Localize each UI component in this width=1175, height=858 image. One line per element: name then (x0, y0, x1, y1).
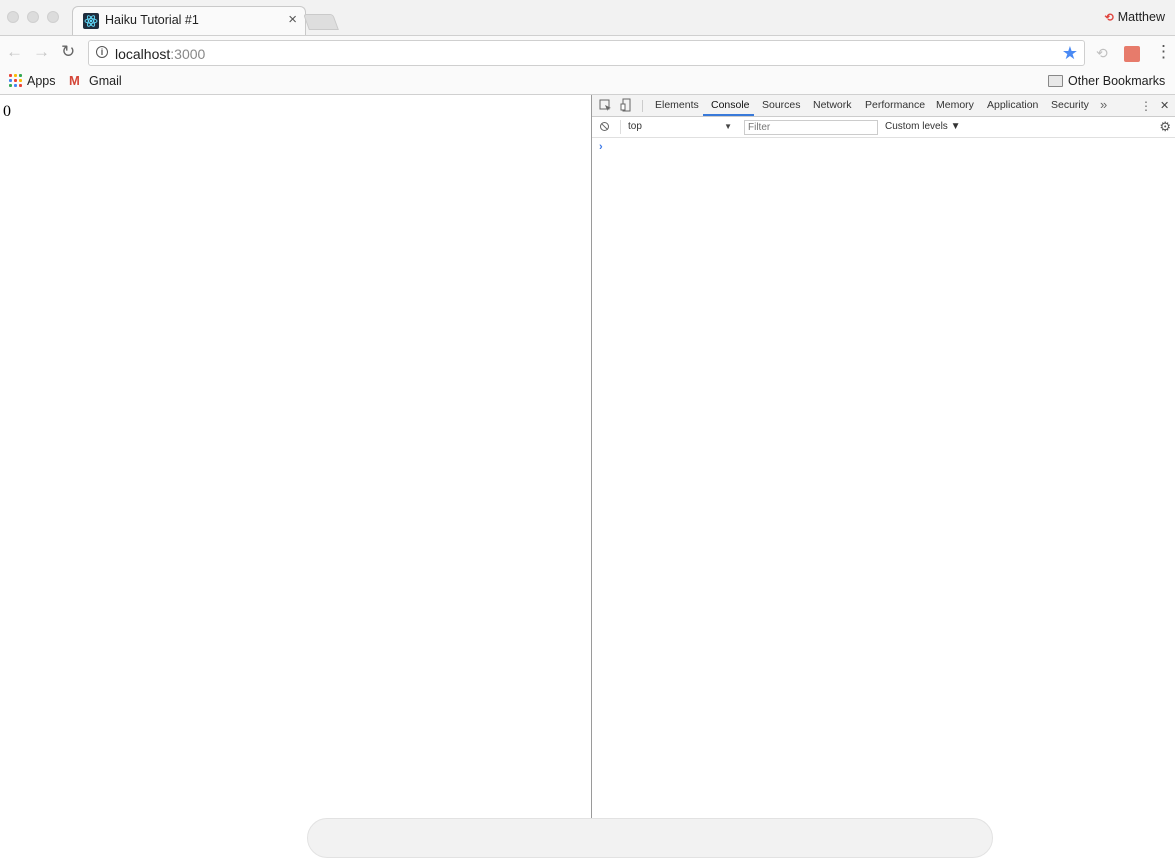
react-favicon-icon (83, 13, 99, 29)
console-filter-input[interactable] (744, 120, 878, 135)
devtools-panel: Elements Console Sources Network Perform… (591, 95, 1175, 835)
console-toolbar: top ▼ Custom levels ▼ ⚙ (592, 117, 1175, 138)
toolbar-divider (642, 100, 643, 112)
profile-name: Matthew (1117, 10, 1165, 24)
devtools-close-icon[interactable]: ✕ (1160, 99, 1169, 113)
dropdown-arrow-icon: ▼ (724, 122, 732, 131)
browser-tab[interactable]: Haiku Tutorial #1 × (72, 6, 306, 36)
tab-close-icon[interactable]: × (288, 11, 297, 29)
tab-strip: Haiku Tutorial #1 × ⟲ Matthew (0, 0, 1175, 36)
browser-toolbar: ← → ↻ i localhost:3000 ★ ⟲ ⋮ (0, 35, 1175, 70)
close-window-button[interactable] (7, 11, 19, 23)
back-arrow-icon[interactable]: ← (6, 43, 23, 61)
url-text: localhost:3000 (115, 46, 205, 62)
url-host: localhost (115, 46, 171, 62)
device-toolbar-icon[interactable] (620, 98, 632, 115)
forward-arrow-icon[interactable]: → (33, 43, 50, 61)
page-viewport: 0 (0, 95, 591, 835)
browser-menu-icon[interactable]: ⋮ (1155, 43, 1172, 61)
new-tab-button[interactable] (303, 14, 339, 30)
tab-security[interactable]: Security (1051, 99, 1089, 111)
extension-icon[interactable] (1124, 46, 1140, 62)
tab-title: Haiku Tutorial #1 (105, 13, 199, 27)
active-tab-indicator (703, 114, 754, 116)
clear-console-icon[interactable] (600, 122, 609, 131)
tab-performance[interactable]: Performance (865, 99, 925, 111)
bookmark-star-icon[interactable]: ★ (1062, 43, 1078, 63)
reload-icon[interactable]: ↻ (61, 43, 75, 61)
more-tabs-icon[interactable]: » (1100, 98, 1107, 112)
tab-sources[interactable]: Sources (762, 99, 801, 111)
tab-network[interactable]: Network (813, 99, 852, 111)
tab-elements[interactable]: Elements (655, 99, 699, 111)
bottom-overlay-bar (307, 818, 993, 858)
tab-console[interactable]: Console (711, 99, 750, 111)
apps-grid-icon[interactable] (9, 74, 23, 88)
tab-application[interactable]: Application (987, 99, 1038, 111)
gmail-bookmark[interactable]: Gmail (89, 74, 122, 88)
devtools-menu-icon[interactable]: ⋮ (1140, 99, 1152, 113)
tab-memory[interactable]: Memory (936, 99, 974, 111)
info-icon[interactable]: i (96, 46, 108, 58)
context-selector[interactable]: top ▼ (620, 120, 732, 134)
bookmarks-bar: Apps M Gmail Other Bookmarks (0, 70, 1175, 95)
log-levels-dropdown[interactable]: Custom levels ▼ (885, 121, 960, 132)
other-bookmarks[interactable]: Other Bookmarks (1068, 74, 1165, 88)
page-content-text: 0 (3, 103, 11, 120)
gmail-icon[interactable]: M (69, 73, 80, 88)
context-value: top (628, 121, 642, 132)
folder-icon[interactable] (1048, 75, 1063, 87)
devtools-tab-bar: Elements Console Sources Network Perform… (592, 95, 1175, 117)
address-bar[interactable]: i localhost:3000 ★ (88, 40, 1085, 66)
url-port: :3000 (170, 46, 206, 62)
inspect-element-icon[interactable] (599, 99, 612, 115)
apps-bookmark[interactable]: Apps (27, 74, 56, 88)
console-prompt-icon[interactable]: › (599, 141, 603, 153)
zoom-window-button[interactable] (47, 11, 59, 23)
settings-gear-icon[interactable]: ⚙ (1159, 119, 1171, 134)
sync-extension-icon[interactable]: ⟲ (1096, 45, 1108, 62)
profile-button[interactable]: ⟲ Matthew (1105, 10, 1165, 24)
minimize-window-button[interactable] (27, 11, 39, 23)
profile-icon: ⟲ (1104, 12, 1114, 24)
